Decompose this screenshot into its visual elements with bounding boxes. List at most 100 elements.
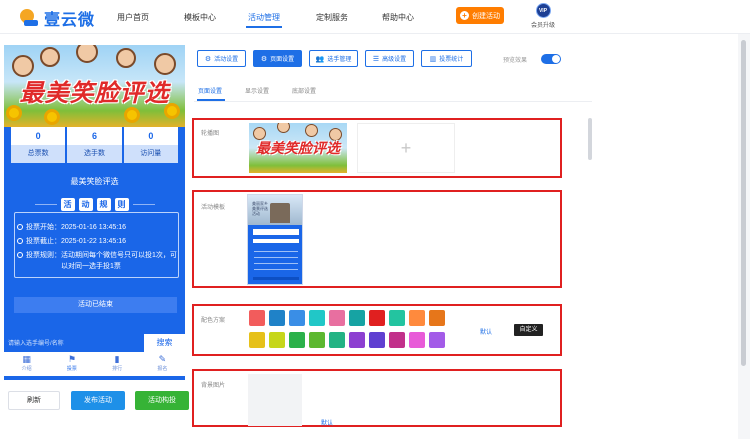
color-swatch[interactable] [429,332,445,348]
subtab-divider [194,101,592,102]
search-input[interactable]: 请输入选手编号/名称 [8,337,136,351]
carousel-label: 轮播图 [201,131,220,137]
rule-text-continued: 以对同一选手投1票 [61,263,121,270]
clock-icon [17,224,23,231]
preview-toggle[interactable] [541,54,561,64]
page-scrollbar-thumb[interactable] [741,40,746,366]
create-activity-label: 创建活动 [472,12,500,20]
background-image-slot[interactable] [248,374,302,426]
nav-item-help[interactable]: 帮助中心 [382,12,414,23]
color-swatch[interactable] [249,310,265,326]
brand-logo[interactable]: 壹云微 [17,6,96,30]
stat-contestants: 6 选手数 [67,127,122,163]
banner-title: 最美笑脸评选 [19,78,170,107]
color-swatch[interactable] [269,332,285,348]
nav-item-custom[interactable]: 定制服务 [316,12,348,23]
preview-toggle-label: 预览效果 [503,58,528,64]
search-button[interactable]: 搜索 [144,334,185,352]
vip-icon: VIP [535,3,551,18]
subtab-footer-settings[interactable]: 底部设置 [292,86,316,95]
color-swatch[interactable] [409,310,425,326]
stat-total-votes: 0 总票数 [11,127,66,163]
vip-label: 会员升级 [530,23,555,29]
rule-text: 投票规则：活动期间每个微信号只可以投1次，可 [17,250,177,261]
rules-heading: 活 动 规 则 [4,198,185,211]
color-swatch[interactable] [409,332,425,348]
carousel-image[interactable]: 最美笑脸评选 [249,123,347,173]
template-label: 活动模板 [201,205,226,211]
publish-button[interactable]: 发布活动 [71,391,125,410]
page-settings-button[interactable]: ⚙ 页面设置 [253,50,302,67]
color-swatch[interactable] [309,332,325,348]
clock-icon [17,238,23,245]
tab-vote[interactable]: ⚑ 投票 [49,352,94,376]
subtab-page-settings[interactable]: 页面设置 [198,86,222,95]
nav-item-home[interactable]: 用户首页 [117,12,149,23]
nav-item-activity[interactable]: 活动管理 [248,12,280,23]
color-swatch[interactable] [329,310,345,326]
color-swatch[interactable] [249,332,265,348]
color-swatch[interactable] [329,332,345,348]
tab-signup[interactable]: ✎ 报名 [140,352,185,376]
color-swatch[interactable] [289,310,305,326]
preview-title: 最美笑脸评选 [70,177,119,186]
color-swatch[interactable] [389,332,405,348]
color-swatch[interactable] [309,310,325,326]
color-scheme-section: 配色方案 默认 自定义 [192,304,562,356]
signup-icon: ✎ [158,354,167,364]
color-swatch[interactable] [289,332,305,348]
nav-item-templates[interactable]: 模板中心 [184,12,216,23]
template-thumb-title: 美丽家乡美景评选活动 [252,201,268,216]
gear-icon: ⚙ [260,55,268,63]
flag-icon: ⚑ [67,354,76,364]
custom-color-button[interactable]: 自定义 [514,324,543,336]
color-swatch[interactable] [429,310,445,326]
preview-banner: 最美笑脸评选 [4,45,185,127]
color-swatch[interactable] [369,310,385,326]
logo-icon [17,6,40,28]
advanced-icon: ☰ [372,55,380,63]
color-swatch[interactable] [269,310,285,326]
color-swatch[interactable] [389,310,405,326]
tab-intro[interactable]: ▦ 介绍 [4,352,49,376]
grid-icon: ▦ [22,354,31,364]
bar-chart-icon: ▮ [114,354,120,364]
subtab-display-settings[interactable]: 显示设置 [245,86,269,95]
subtab-active-underline [197,99,225,101]
stats-row: 0 总票数 6 选手数 0 访问量 [11,127,178,163]
refresh-button[interactable]: 刷新 [8,391,60,410]
color-swatch[interactable] [369,332,385,348]
users-icon: 👥 [315,55,325,63]
tab-rank[interactable]: ▮ 排行 [95,352,140,376]
vote-stats-button[interactable]: ▥ 投票统计 [421,50,472,67]
default-color-link[interactable]: 默认 [480,327,492,336]
preview-button[interactable]: 活动构投 [135,391,189,410]
background-label: 背景图片 [201,383,226,389]
background-default-link[interactable]: 默认 [321,418,333,427]
stats-icon: ▥ [429,55,437,63]
create-activity-button[interactable]: + 创建活动 [456,7,504,24]
top-nav: 壹云微 用户首页 模板中心 活动管理 定制服务 帮助中心 + 创建活动 VIP … [0,0,750,34]
plus-icon: + [400,138,412,158]
preview-tabbar: ▦ 介绍 ⚑ 投票 ▮ 排行 ✎ 报名 [4,352,185,376]
carousel-image-title: 最美笑脸评选 [256,141,340,157]
rule-end: 投票截止：2025-01-22 13:45:16 [17,236,126,247]
activity-status-bar: 活动已结束 [14,297,177,313]
add-carousel-image[interactable]: + [357,123,455,173]
plus-icon: + [460,11,469,20]
panel-scrollbar[interactable] [588,118,592,160]
activity-settings-button[interactable]: ⚙ 活动设置 [197,50,246,67]
rule-start: 投票开始：2025-01-16 13:45:16 [17,222,126,233]
color-swatch[interactable] [349,310,365,326]
background-section: 背景图片 默认 [192,369,562,427]
nav-active-underline [246,26,282,28]
advanced-settings-button[interactable]: ☰ 高级设置 [365,50,414,67]
carousel-section: 轮播图 最美笑脸评选 + [192,118,562,178]
color-swatch[interactable] [349,332,365,348]
vip-upgrade[interactable]: VIP 会员升级 [530,3,556,29]
contestant-manage-button[interactable]: 👥 选手管理 [309,50,358,67]
gear-icon: ⚙ [204,55,212,63]
page-scrollbar[interactable] [738,34,750,439]
brand-name: 壹云微 [44,12,96,29]
template-thumbnail[interactable]: 美丽家乡美景评选活动 [247,194,303,285]
